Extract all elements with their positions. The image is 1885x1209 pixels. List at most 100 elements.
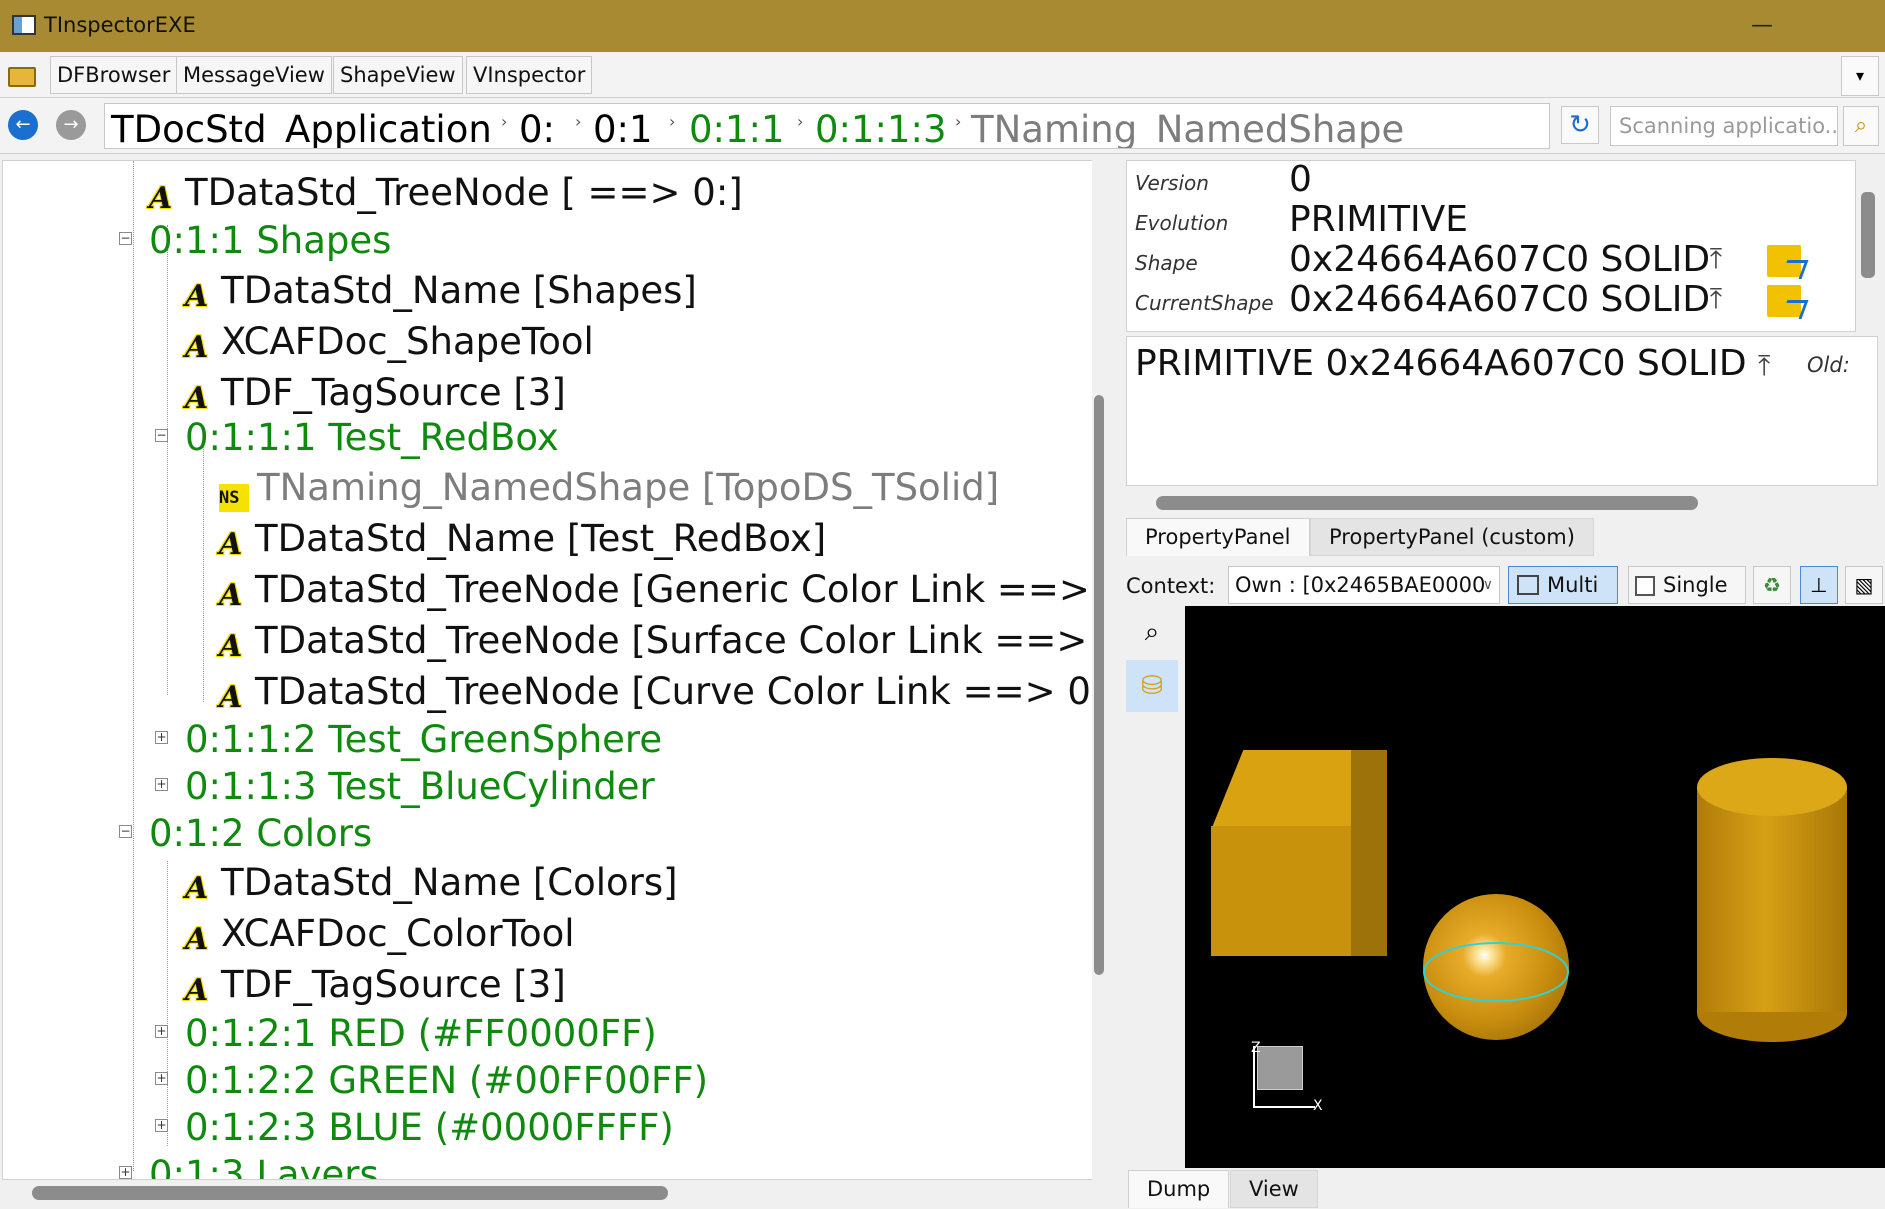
- tree-item-selected[interactable]: NS TNaming_NamedShape [TopoDS_TSolid]: [219, 464, 999, 512]
- 3d-viewer[interactable]: Z X: [1185, 606, 1885, 1168]
- open-folder-button[interactable]: [4, 59, 42, 93]
- tree-item[interactable]: 0:1:2 Colors: [149, 810, 372, 858]
- tree-item[interactable]: 0:1:1:1 Test_RedBox: [185, 414, 559, 462]
- search-input[interactable]: Scanning applicatio...: [1610, 106, 1838, 146]
- minimize-icon: [1725, 0, 1805, 52]
- collapse-icon[interactable]: −: [119, 825, 132, 838]
- back-button[interactable]: ←: [8, 110, 38, 140]
- breadcrumb-item[interactable]: TDocStd_Application: [111, 108, 492, 148]
- export-icon[interactable]: ⤒: [1703, 245, 1729, 275]
- tree-item[interactable]: 0:1:1:2 Test_GreenSphere: [185, 716, 662, 764]
- context-label: Context:: [1126, 574, 1216, 598]
- plugin-vinspector-button[interactable]: VInspector: [466, 56, 593, 94]
- cylinder-display-button[interactable]: ⛁: [1126, 660, 1178, 712]
- box-shape-front[interactable]: [1211, 826, 1351, 956]
- export-icon[interactable]: ⤒: [1703, 285, 1729, 315]
- view-cube-button[interactable]: ▧: [1845, 566, 1883, 604]
- expand-icon[interactable]: +: [155, 778, 168, 791]
- expand-icon[interactable]: +: [119, 1166, 132, 1179]
- attribute-icon: A: [185, 973, 209, 1008]
- title-bar: TInspectorEXE —: [0, 0, 1885, 52]
- breadcrumb-item[interactable]: 0:1:1:3: [815, 108, 947, 148]
- plugin-messageview-button[interactable]: MessageView: [176, 56, 332, 94]
- expand-icon[interactable]: +: [155, 731, 168, 744]
- tree-item[interactable]: A TDataStd_TreeNode [Surface Color Link =…: [219, 617, 1104, 665]
- attribute-icon: A: [185, 330, 209, 365]
- multi-label: Multi: [1547, 573, 1599, 597]
- expand-icon[interactable]: +: [155, 1119, 168, 1132]
- property-vertical-scroll-thumb[interactable]: [1861, 192, 1875, 278]
- tree-vertical-scroll-thumb[interactable]: [1094, 395, 1104, 975]
- tree-item-label: TDataStd_TreeNode [Generic Color Link ==…: [255, 568, 1104, 611]
- tree-item[interactable]: A XCAFDoc_ColorTool: [185, 910, 575, 958]
- tree-item-label: TNaming_NamedShape [TopoDS_TSolid]: [257, 466, 1000, 509]
- tree-item[interactable]: 0:1:1:3 Test_BlueCylinder: [185, 763, 655, 811]
- tree-guide: [167, 861, 168, 1146]
- tree-item-label: TDataStd_TreeNode [ ==> 0:]: [185, 171, 743, 214]
- tree-item[interactable]: 0:1:2:3 BLUE (#0000FFFF): [185, 1104, 674, 1152]
- breadcrumb-item[interactable]: 0:1:1: [689, 108, 785, 148]
- chevron-down-icon: ∨: [1482, 577, 1493, 593]
- export-icon[interactable]: ⤒: [1758, 349, 1770, 382]
- tree-item[interactable]: A TDataStd_Name [Test_RedBox]: [219, 515, 826, 563]
- expand-icon[interactable]: +: [155, 1025, 168, 1038]
- tree-guide: [133, 161, 134, 1171]
- property-value: 0x24664A607C0 SOLID: [1289, 279, 1711, 320]
- collapse-icon[interactable]: −: [119, 232, 132, 245]
- tab-dump[interactable]: Dump: [1128, 1170, 1230, 1208]
- tree-item-label: TDataStd_TreeNode [Surface Color Link ==…: [255, 619, 1104, 662]
- breadcrumb-item[interactable]: 0:1: [593, 108, 653, 148]
- tree-item[interactable]: A TDataStd_Name [Shapes]: [185, 267, 697, 315]
- show-shape-icon[interactable]: [1767, 245, 1801, 277]
- cylinder-shape-body: [1697, 787, 1847, 1012]
- box-shape-side[interactable]: [1351, 750, 1387, 956]
- breadcrumb-item[interactable]: 0:: [519, 108, 555, 148]
- tree-horizontal-scroll-thumb[interactable]: [32, 1186, 668, 1200]
- tab-view[interactable]: View: [1230, 1170, 1318, 1208]
- expand-icon[interactable]: +: [155, 1072, 168, 1085]
- tree-item-label: 0:1:2:3 BLUE (#0000FFFF): [185, 1106, 674, 1149]
- axes-icon: ⊥: [1810, 573, 1828, 597]
- plugin-shapeview-button[interactable]: ShapeView: [333, 56, 463, 94]
- trihedron-button[interactable]: ⊥: [1800, 566, 1838, 604]
- plugin-dfbrowser-button[interactable]: DFBrowser: [50, 56, 178, 94]
- multi-button[interactable]: Multi: [1508, 566, 1618, 604]
- toolbar-more-button[interactable]: ▾: [1841, 56, 1879, 96]
- property-value: 0: [1289, 160, 1312, 200]
- tree-item[interactable]: A TDataStd_TreeNode [Generic Color Link =…: [219, 566, 1104, 614]
- single-button[interactable]: Single: [1628, 566, 1746, 604]
- forward-button[interactable]: →: [56, 110, 86, 140]
- zoom-select-button[interactable]: ⌕: [1126, 606, 1178, 658]
- tree-item[interactable]: A TDF_TagSource [3]: [185, 369, 566, 417]
- tab-propertypanel[interactable]: PropertyPanel: [1126, 518, 1310, 556]
- tree-item[interactable]: A TDataStd_TreeNode [ ==> 0:]: [149, 169, 743, 217]
- tree-item[interactable]: A TDF_TagSource [3]: [185, 961, 566, 1009]
- show-shape-icon[interactable]: [1767, 285, 1801, 317]
- collapse-icon[interactable]: −: [155, 429, 168, 442]
- clear-view-button[interactable]: ♻: [1753, 566, 1791, 604]
- breadcrumb-item[interactable]: TNaming_NamedShape: [971, 108, 1404, 148]
- tree-item[interactable]: 0:1:2:2 GREEN (#00FF00FF): [185, 1057, 708, 1105]
- document-tree[interactable]: A TDataStd_TreeNode [ ==> 0:] − 0:1:1 Sha…: [2, 160, 1104, 1180]
- refresh-button[interactable]: ↻: [1561, 106, 1599, 144]
- tree-item[interactable]: A TDataStd_TreeNode [Curve Color Link ==>…: [219, 668, 1104, 716]
- multi-icon: [1517, 575, 1539, 595]
- tree-item[interactable]: 0:1:1 Shapes: [149, 217, 391, 265]
- tree-item[interactable]: 0:1:2:1 RED (#FF0000FF): [185, 1010, 657, 1058]
- open-folder-icon: [8, 67, 36, 87]
- tree-item-label: TDataStd_TreeNode [Curve Color Link ==> …: [255, 670, 1104, 713]
- view-cube-icon[interactable]: [1257, 1046, 1303, 1090]
- tree-item[interactable]: A TDataStd_Name [Colors]: [185, 859, 678, 907]
- sphere-highlight-outline: [1423, 942, 1569, 1002]
- tree-item-label: 0:1:1 Shapes: [149, 219, 392, 262]
- breadcrumb-separator-icon: ›: [797, 112, 804, 131]
- tree-item[interactable]: A XCAFDoc_ShapeTool: [185, 318, 594, 366]
- history-horizontal-scroll-thumb[interactable]: [1156, 496, 1698, 510]
- search-button[interactable]: ⌕: [1843, 106, 1879, 146]
- tree-item-label: TDF_TagSource [3]: [221, 371, 566, 414]
- context-select[interactable]: Own : [0x2465BAE0000 ∨: [1228, 566, 1500, 604]
- attribute-icon: A: [219, 680, 243, 715]
- tree-item[interactable]: 0:1:3 Layers: [149, 1151, 379, 1179]
- search-icon: ⌕: [1854, 113, 1868, 138]
- tab-propertypanel-custom[interactable]: PropertyPanel (custom): [1310, 518, 1594, 556]
